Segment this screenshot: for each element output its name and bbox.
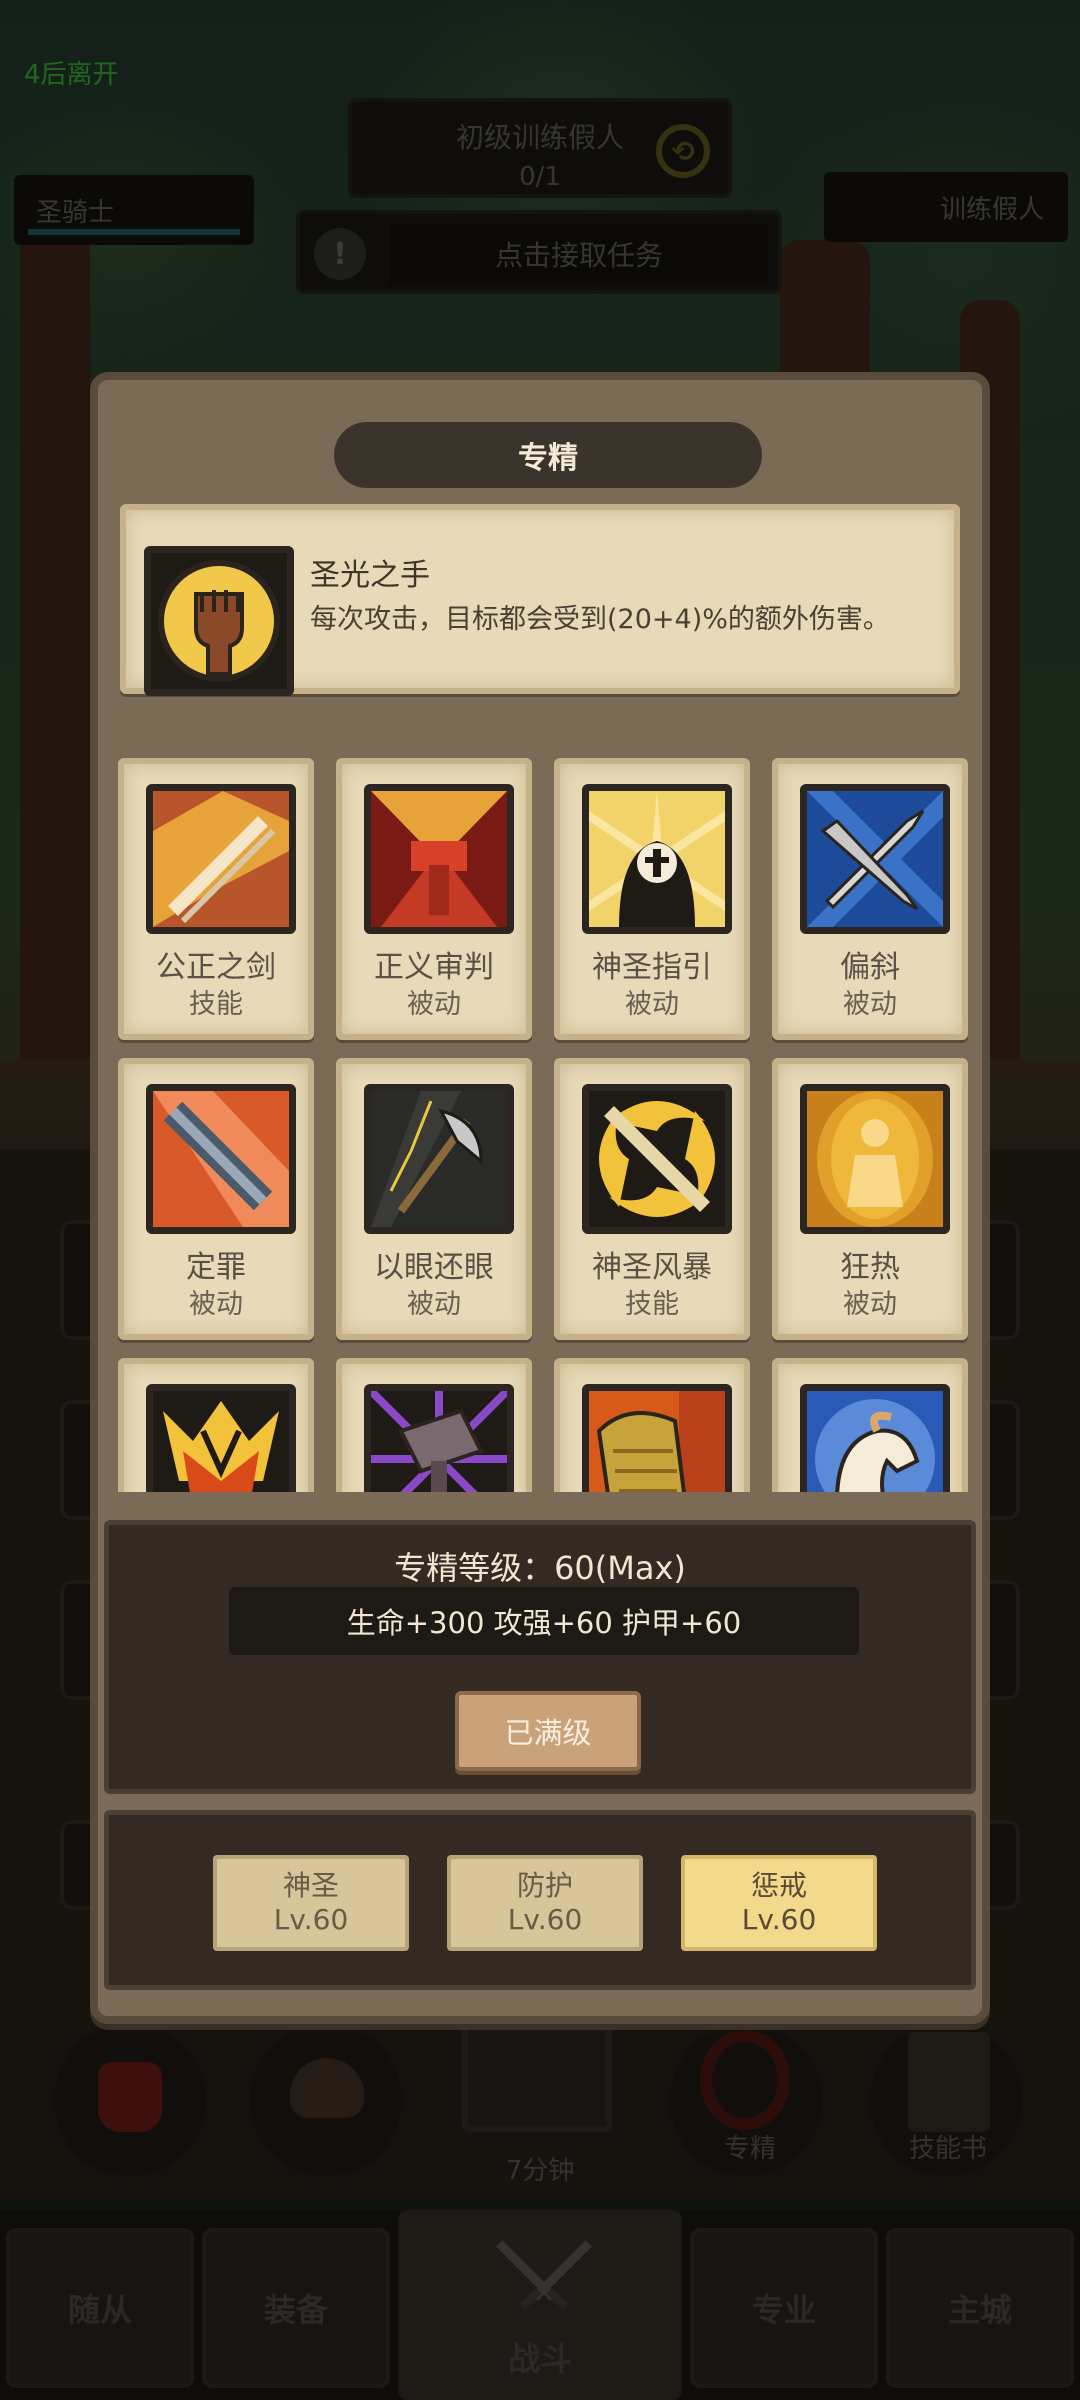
crossed-swords-icon (800, 784, 950, 934)
spec-tree-tabs: 神圣 Lv.60 防护 Lv.60 惩戒 Lv.60 (104, 1810, 976, 1990)
skill-name: 偏斜 (840, 950, 900, 985)
skill-card[interactable]: 神圣指引 被动 (554, 758, 750, 1040)
skill-card[interactable] (336, 1358, 532, 1492)
tree-name: 神圣 (282, 1869, 339, 1902)
skill-card[interactable]: 正义审判 被动 (336, 758, 532, 1040)
skill-card[interactable]: 以眼还眼 被动 (336, 1058, 532, 1340)
tree-level: Lv.60 (273, 1903, 349, 1936)
holy-fist-icon (144, 546, 294, 696)
tree-name: 惩戒 (750, 1869, 807, 1902)
spec-level-panel: 专精等级：60(Max) 生命+300 攻强+60 护甲+60 已满级 (104, 1520, 976, 1794)
selected-skill-detail: 圣光之手 每次攻击，目标都会受到(20+4)%的额外伤害。 (120, 504, 960, 696)
selected-skill-name: 圣光之手 (310, 558, 430, 593)
selected-skill-description: 每次攻击，目标都会受到(20+4)%的额外伤害。 (310, 604, 890, 635)
skill-type: 被动 (407, 1289, 461, 1320)
lion-crest-icon (146, 1384, 296, 1492)
skill-card[interactable]: 偏斜 被动 (772, 758, 968, 1040)
skill-type: 被动 (625, 989, 679, 1020)
spec-level-title: 专精等级：60(Max) (394, 1549, 686, 1587)
skill-card[interactable]: 定罪 被动 (118, 1058, 314, 1340)
skill-type: 被动 (189, 1289, 243, 1320)
skill-type: 技能 (625, 1289, 679, 1320)
skill-type: 技能 (189, 989, 243, 1020)
skill-type: 被动 (407, 989, 461, 1020)
sword-gold-icon (146, 784, 296, 934)
skill-name: 定罪 (186, 1250, 246, 1285)
skill-type: 被动 (843, 989, 897, 1020)
purple-hammer-icon (364, 1384, 514, 1492)
specialization-modal: 专精 圣光之手 每次攻击，目标都会受到(20+4)%的额外伤害。 公正之剑 技能 (90, 372, 990, 2024)
skill-card[interactable]: 公正之剑 技能 (118, 758, 314, 1040)
skill-grid[interactable]: 公正之剑 技能 正义审判 被动 神圣指引 被动 偏斜 被动 定罪 被动 以眼还眼… (112, 758, 972, 1492)
max-level-button[interactable]: 已满级 (455, 1691, 641, 1771)
judgement-hammer-icon (364, 784, 514, 934)
skill-card[interactable]: 神圣风暴 技能 (554, 1058, 750, 1340)
tab-retribution[interactable]: 惩戒 Lv.60 (681, 1855, 877, 1951)
skill-name: 神圣指引 (592, 950, 712, 985)
divine-storm-icon (582, 1084, 732, 1234)
skill-name: 公正之剑 (156, 950, 276, 985)
skill-card[interactable]: 狂热 被动 (772, 1058, 968, 1340)
zeal-figure-icon (800, 1084, 950, 1234)
tree-level: Lv.60 (507, 1903, 583, 1936)
skill-name: 狂热 (840, 1250, 900, 1285)
white-horse-icon (800, 1384, 950, 1492)
skill-card[interactable] (772, 1358, 968, 1492)
holy-guidance-icon (582, 784, 732, 934)
skill-card[interactable] (554, 1358, 750, 1492)
spec-stat-bonuses: 生命+300 攻强+60 护甲+60 (229, 1587, 859, 1655)
tree-level: Lv.60 (741, 1903, 817, 1936)
skill-name: 正义审判 (374, 950, 494, 985)
skill-name: 神圣风暴 (592, 1250, 712, 1285)
modal-title: 专精 (334, 422, 762, 488)
skill-card[interactable] (118, 1358, 314, 1492)
retaliation-axe-icon (364, 1084, 514, 1234)
conviction-sword-icon (146, 1084, 296, 1234)
tab-protection[interactable]: 防护 Lv.60 (447, 1855, 643, 1951)
tab-holy[interactable]: 神圣 Lv.60 (213, 1855, 409, 1951)
golden-gauntlet-icon (582, 1384, 732, 1492)
tree-name: 防护 (516, 1869, 573, 1902)
skill-name: 以眼还眼 (374, 1250, 494, 1285)
skill-type: 被动 (843, 1289, 897, 1320)
